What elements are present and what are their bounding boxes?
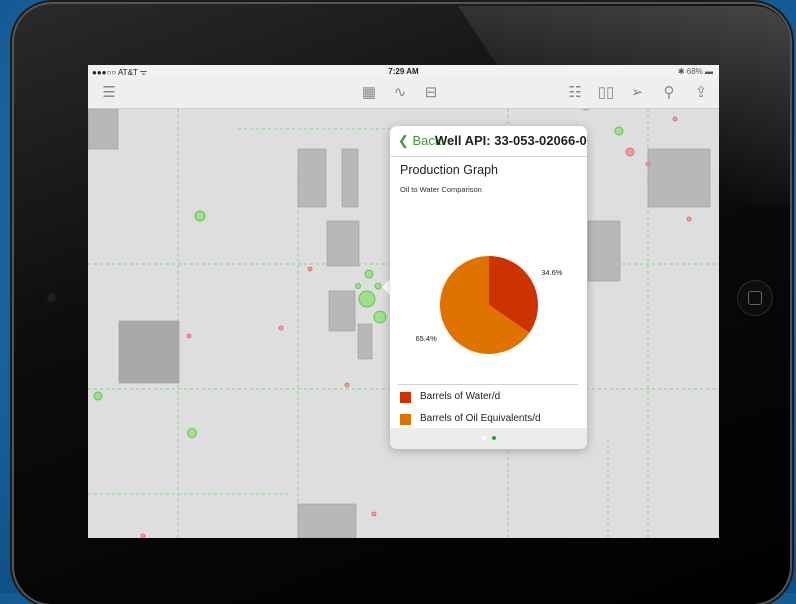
pie-label-oil: 65.4%: [416, 334, 438, 343]
chart-legend: Barrels of Water/d Barrels of Oil Equiva…: [398, 384, 578, 429]
popover-header: ❮ Back Well API: 33-053-02066-00-00: [390, 126, 587, 157]
pie-label-water: 34.6%: [541, 268, 563, 277]
page-dot-1[interactable]: [482, 436, 486, 440]
well-api-prefix: Well API: 33-053-: [435, 133, 540, 148]
production-graph-title: Production Graph: [400, 163, 498, 177]
rig-icon[interactable]: ⊟: [422, 85, 440, 101]
location-arrow-icon[interactable]: ➢: [628, 85, 646, 101]
legend-swatch-oil: [400, 414, 411, 425]
pie-chart-svg: 34.6% 65.4%: [416, 256, 563, 354]
legend-label-water: Barrels of Water/d: [420, 391, 501, 402]
list-icon[interactable]: ☷: [566, 85, 584, 101]
clock: 7:29 AM: [388, 67, 419, 76]
pie-chart: 34.6% 65.4%: [390, 236, 587, 386]
app-screen: ●●●○○ AT&T ᯤ 7:29 AM ✱ 68% ▬ ☰ ▦ ∿ ⊟ ☷ ▯…: [88, 65, 719, 538]
chart-subtitle: Oil to Water Comparison: [400, 185, 482, 194]
legend-label-oil: Barrels of Oil Equivalents/d: [420, 413, 541, 424]
status-bar: ●●●○○ AT&T ᯤ 7:29 AM ✱ 68% ▬: [88, 65, 719, 78]
home-button[interactable]: [737, 280, 773, 316]
page-dot-2[interactable]: [492, 436, 496, 440]
top-toolbar: ☰ ▦ ∿ ⊟ ☷ ▯▯ ➢ ⚲ ⇪: [88, 78, 719, 109]
pipeline-icon[interactable]: ∿: [391, 85, 409, 101]
well-api-title: Well API: 33-053-02066-00-00: [435, 133, 587, 148]
hamburger-icon[interactable]: ☰: [100, 85, 118, 101]
share-icon[interactable]: ⇪: [692, 85, 710, 101]
front-camera: [47, 293, 56, 302]
battery-indicator: ✱ 68% ▬: [677, 67, 713, 76]
legend-item-water[interactable]: Barrels of Water/d: [398, 387, 578, 407]
qr-icon[interactable]: ▦: [360, 85, 378, 101]
home-square-icon: [748, 291, 762, 305]
well-popover: ❮ Back Well API: 33-053-02066-00-00 Prod…: [390, 126, 587, 449]
search-icon[interactable]: ⚲: [660, 85, 678, 101]
well-api-number: 02066-00-00: [539, 133, 587, 148]
legend-item-oil[interactable]: Barrels of Oil Equivalents/d: [398, 409, 578, 429]
legend-swatch-water: [400, 392, 411, 403]
page-control[interactable]: [390, 428, 587, 449]
book-icon[interactable]: ▯▯: [597, 85, 615, 101]
